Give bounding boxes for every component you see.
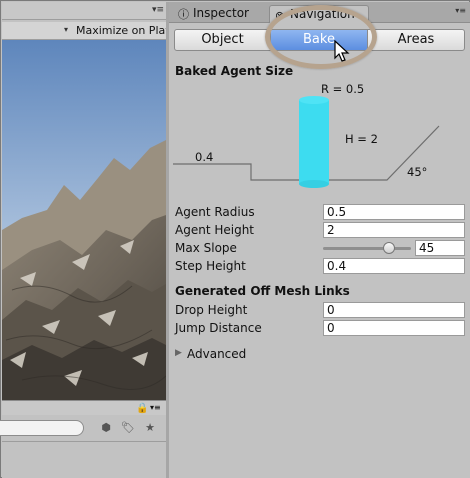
step-height-label: 0.4 — [195, 150, 214, 164]
max-slope-slider-thumb[interactable] — [383, 242, 395, 254]
chevron-right-icon: ▶ — [175, 348, 182, 358]
advanced-foldout[interactable]: ▶ Advanced — [175, 346, 295, 362]
game-view-tab-bar: ▾≡ — [2, 2, 166, 20]
game-viewport[interactable] — [2, 40, 166, 400]
highlight-circle — [265, 5, 377, 69]
project-panel-header: 🔒 ▾≡ — [2, 401, 166, 415]
drop-height-label: Drop Height — [175, 303, 248, 317]
maximize-on-play-button[interactable]: Maximize on Play — [76, 24, 172, 37]
mouse-cursor-icon — [334, 40, 350, 62]
slope-angle-label: 45° — [407, 165, 428, 179]
lock-icon[interactable]: 🔒 — [136, 403, 148, 414]
project-panel: 🔒 ▾≡ ⬢ 🏷 ★ — [0, 400, 166, 478]
height-label: H = 2 — [345, 132, 378, 146]
jump-distance-field[interactable]: 0 — [323, 320, 465, 336]
aspect-dropdown-icon[interactable]: ▾ — [64, 25, 68, 34]
advanced-label: Advanced — [187, 347, 247, 361]
navigation-panel: ⓘ Inspector ⊗ Navigation ▾≡ Object Bake … — [169, 2, 470, 478]
step-height-row: Step Height 0.4 — [175, 258, 465, 274]
agent-height-label: Agent Height — [175, 223, 255, 237]
jump-distance-row: Jump Distance 0 — [175, 320, 465, 336]
filter-by-label-icon[interactable]: 🏷 — [120, 421, 136, 435]
panel-menu-icon[interactable]: ▾≡ — [455, 6, 466, 15]
areas-tab-button[interactable]: Areas — [367, 29, 465, 51]
agent-size-diagram: R = 0.5 H = 2 0.4 45° — [169, 80, 470, 195]
drop-height-field[interactable]: 0 — [323, 302, 465, 318]
agent-radius-label: Agent Radius — [175, 205, 255, 219]
tab-inspector[interactable]: ⓘ Inspector — [173, 5, 267, 23]
info-icon: ⓘ — [178, 8, 189, 21]
search-input[interactable] — [0, 420, 84, 436]
favorite-star-icon[interactable]: ★ — [142, 421, 158, 435]
radius-label: R = 0.5 — [321, 82, 365, 96]
jump-distance-label: Jump Distance — [175, 321, 262, 335]
panel-menu-icon[interactable]: ▾≡ — [150, 403, 161, 412]
game-view-toolbar: ▾ Maximize on Play — [2, 22, 172, 40]
game-view-panel: ▾≡ ▾ Maximize on Play 🔒 ▾≡ ⬢ 🏷 ★ — [0, 2, 172, 478]
max-slope-row: Max Slope 45 — [175, 240, 465, 256]
section-title: Generated Off Mesh Links — [175, 284, 350, 298]
step-height-field[interactable]: 0.4 — [323, 258, 465, 274]
tab-label: Inspector — [193, 6, 249, 20]
max-slope-slider[interactable] — [323, 247, 411, 250]
agent-radius-row: Agent Radius 0.5 — [175, 204, 465, 220]
step-height-label-text: Step Height — [175, 259, 246, 273]
agent-cylinder — [299, 100, 329, 184]
agent-height-row: Agent Height 2 — [175, 222, 465, 238]
drop-height-row: Drop Height 0 — [175, 302, 465, 318]
agent-height-field[interactable]: 2 — [323, 222, 465, 238]
max-slope-label: Max Slope — [175, 241, 237, 255]
panel-menu-icon[interactable]: ▾≡ — [152, 5, 164, 15]
section-title: Baked Agent Size — [175, 64, 294, 78]
agent-radius-field[interactable]: 0.5 — [323, 204, 465, 220]
divider — [2, 441, 166, 442]
filter-by-type-icon[interactable]: ⬢ — [98, 421, 114, 435]
max-slope-field[interactable]: 45 — [415, 240, 465, 256]
terrain-scene-image — [2, 40, 166, 400]
editor-window: ▾≡ ▾ Maximize on Play 🔒 ▾≡ ⬢ 🏷 ★ ⓘ Inspe… — [0, 0, 470, 478]
object-tab-button[interactable]: Object — [174, 29, 271, 51]
